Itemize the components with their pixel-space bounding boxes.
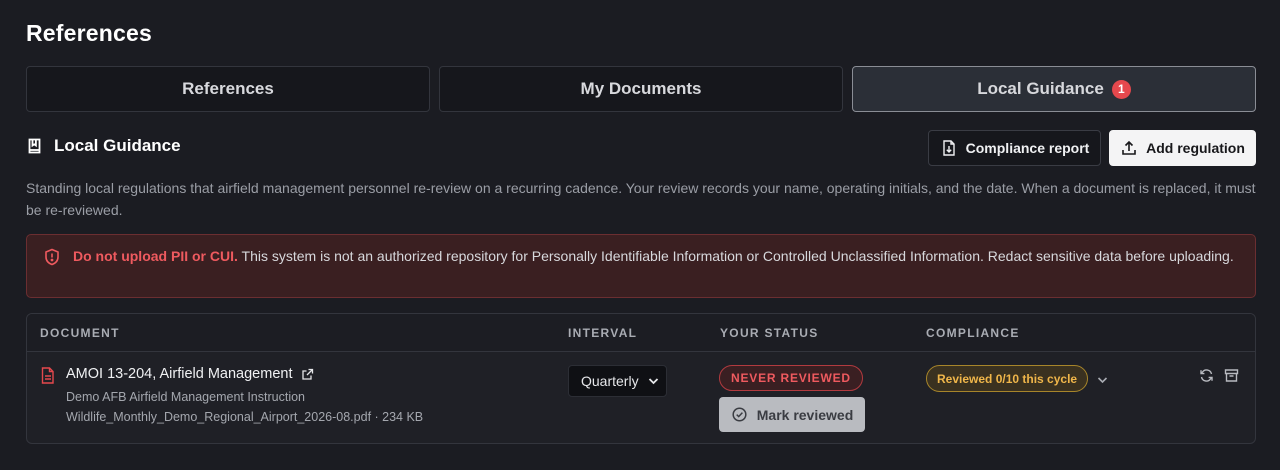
document-subtitle: Demo AFB Airfield Management Instruction: [66, 390, 306, 404]
column-header-document: DOCUMENT: [40, 326, 120, 340]
book-icon: [26, 137, 44, 155]
interval-selected-value: Quarterly: [581, 373, 639, 389]
check-circle-icon: [731, 406, 749, 424]
alert-strong-text: Do not upload PII or CUI.: [73, 248, 238, 264]
shield-alert-icon: [43, 248, 61, 266]
tab-count-badge: 1: [1111, 79, 1131, 99]
add-regulation-label: Add regulation: [1146, 140, 1245, 156]
document-file-info: Wildlife_Monthly_Demo_Regional_Airport_2…: [66, 410, 424, 424]
refresh-icon[interactable]: [1199, 368, 1214, 388]
pii-warning-alert: Do not upload PII or CUI. This system is…: [26, 234, 1256, 298]
section-title: Local Guidance: [54, 136, 181, 155]
tab-my-documents[interactable]: My Documents: [439, 66, 843, 112]
column-header-compliance: COMPLIANCE: [926, 326, 1020, 340]
column-header-status: YOUR STATUS: [720, 326, 819, 340]
table-header: DOCUMENT INTERVAL YOUR STATUS COMPLIANCE: [27, 314, 1255, 352]
compliance-report-button[interactable]: Compliance report: [928, 130, 1101, 166]
compliance-report-label: Compliance report: [965, 140, 1090, 156]
upload-icon: [1120, 139, 1138, 157]
tab-label: Local Guidance: [977, 79, 1104, 98]
alert-text: Do not upload PII or CUI. This system is…: [73, 246, 1234, 266]
column-header-interval: INTERVAL: [568, 326, 638, 340]
compliance-badge: Reviewed 0/10 this cycle: [926, 365, 1089, 392]
interval-select[interactable]: Quarterly: [568, 365, 667, 397]
file-download-icon: [940, 139, 958, 157]
section-description: Standing local regulations that airfield…: [26, 180, 1256, 218]
alert-body-text: This system is not an authorized reposit…: [237, 248, 1234, 264]
archive-icon[interactable]: [1224, 368, 1239, 388]
section-header: Local Guidance: [26, 136, 181, 156]
tab-references[interactable]: References: [26, 66, 430, 112]
review-status-badge: NEVER REVIEWED: [719, 365, 863, 391]
tab-label: References: [182, 79, 274, 98]
external-link-icon[interactable]: [298, 365, 316, 383]
tab-bar: References My Documents Local Guidance 1: [26, 66, 1256, 112]
document-title[interactable]: AMOI 13-204, Airfield Management: [66, 365, 316, 383]
table-row: AMOI 13-204, Airfield Management Demo AF…: [27, 352, 1255, 443]
pdf-file-icon: [41, 367, 55, 389]
tab-label: My Documents: [580, 79, 702, 98]
mark-reviewed-label: Mark reviewed: [756, 406, 854, 423]
tab-local-guidance[interactable]: Local Guidance 1: [852, 66, 1256, 112]
local-guidance-table: DOCUMENT INTERVAL YOUR STATUS COMPLIANCE…: [26, 313, 1256, 444]
document-title-text[interactable]: AMOI 13-204, Airfield Management: [66, 366, 292, 382]
chevron-down-icon: [645, 372, 663, 390]
mark-reviewed-button[interactable]: Mark reviewed: [719, 397, 865, 432]
expand-chevron-icon[interactable]: [1097, 371, 1108, 389]
page-title: References: [26, 20, 153, 46]
add-regulation-button[interactable]: Add regulation: [1109, 130, 1256, 166]
